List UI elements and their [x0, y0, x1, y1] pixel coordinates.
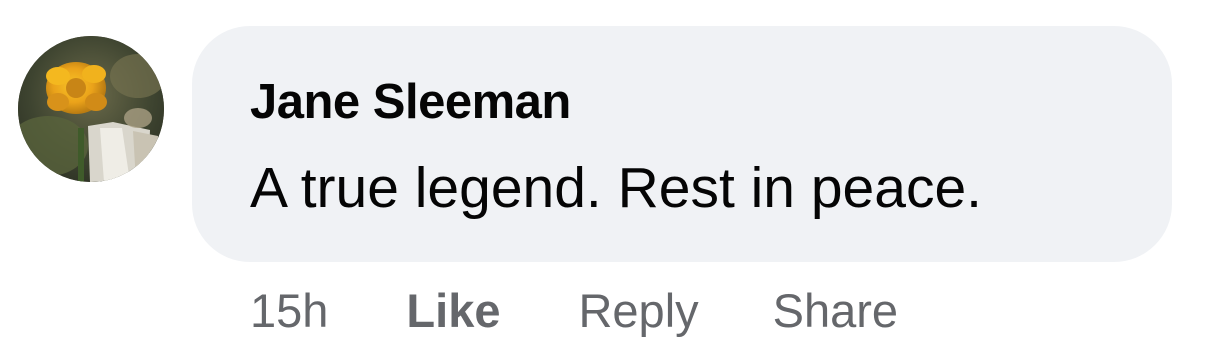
like-button[interactable]: Like	[406, 287, 500, 334]
comment: Jane Sleeman A true legend. Rest in peac…	[0, 0, 1208, 354]
comment-timestamp[interactable]: 15h	[250, 287, 328, 334]
share-button[interactable]: Share	[773, 287, 898, 334]
comment-text: A true legend. Rest in peace.	[250, 156, 982, 220]
comment-author[interactable]: Jane Sleeman	[250, 78, 571, 127]
comment-bubble: Jane Sleeman A true legend. Rest in peac…	[192, 26, 1172, 262]
reply-button[interactable]: Reply	[578, 287, 698, 334]
avatar[interactable]	[18, 36, 164, 182]
avatar-photo-icon	[18, 36, 164, 182]
comment-actions: 15h Like Reply Share	[250, 282, 898, 338]
